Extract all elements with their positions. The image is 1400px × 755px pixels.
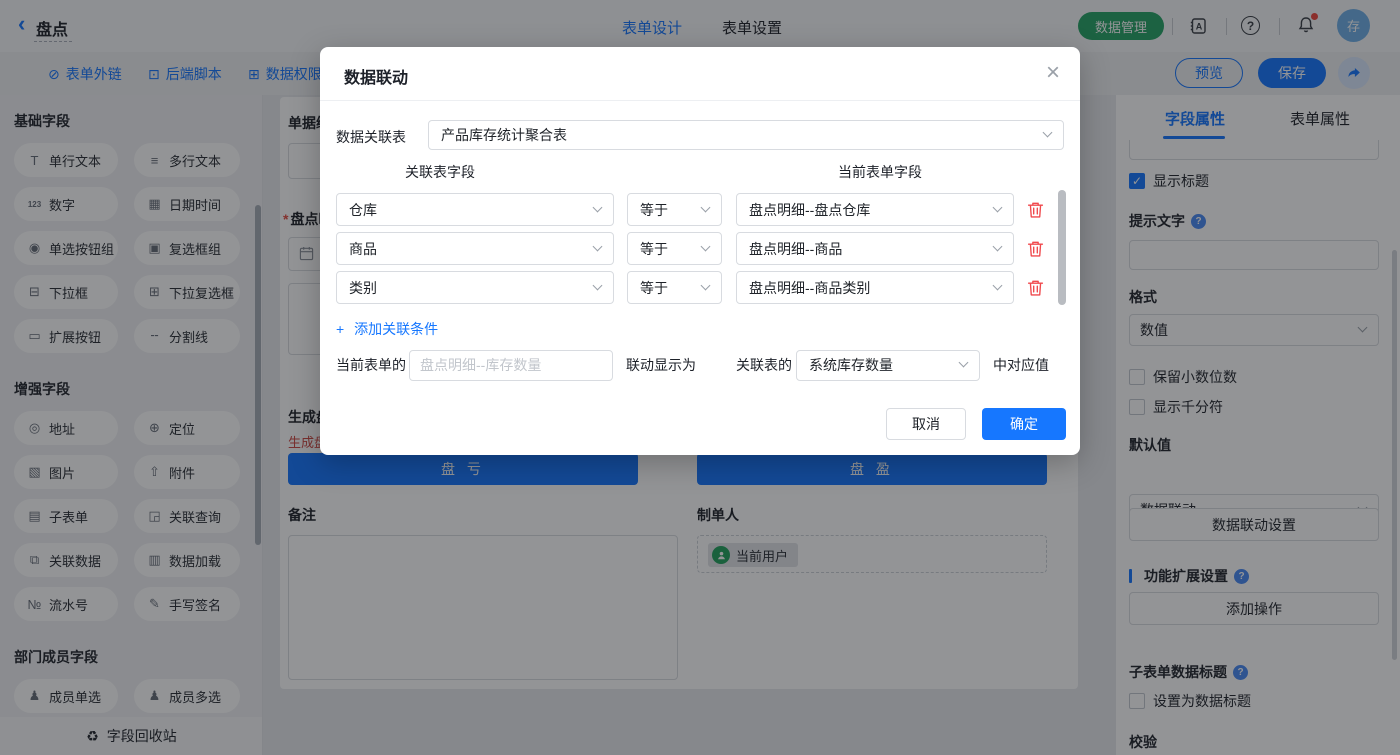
condition-operator-select[interactable]: 等于 (627, 232, 722, 265)
chevron-down-icon (701, 241, 711, 251)
column-header-left: 关联表字段 (405, 162, 475, 182)
add-condition-link[interactable]: + 添加关联条件 (336, 319, 438, 339)
linkage-rule-row: 当前表单的 联动显示为 关联表的 系统库存数量 中对应值 (336, 349, 1064, 381)
current-form-label: 当前表单的 (336, 355, 406, 375)
condition-left-select[interactable]: 商品 (336, 232, 614, 265)
cancel-button[interactable]: 取消 (886, 408, 966, 440)
link-table-select[interactable]: 产品库存统计聚合表 (428, 120, 1064, 150)
chevron-down-icon (701, 202, 711, 212)
chevron-down-icon (993, 202, 1003, 212)
select-value: 盘点明细--盘点仓库 (749, 200, 870, 220)
condition-list: 仓库等于盘点明细--盘点仓库商品等于盘点明细--商品类别等于盘点明细--商品类别 (336, 193, 1064, 310)
chevron-down-icon (1043, 128, 1053, 138)
close-icon[interactable]: × (1046, 60, 1060, 86)
select-value: 商品 (349, 239, 377, 259)
select-value: 等于 (640, 200, 668, 220)
condition-right-select[interactable]: 盘点明细--商品类别 (736, 271, 1014, 304)
confirm-button[interactable]: 确定 (982, 408, 1066, 440)
column-header-right: 当前表单字段 (838, 162, 922, 182)
delete-condition-button[interactable] (1027, 239, 1047, 259)
trash-icon (1027, 201, 1044, 219)
condition-row: 仓库 等于 盘点明细--盘点仓库 (336, 193, 1064, 226)
chevron-down-icon (701, 280, 711, 290)
condition-row: 类别 等于 盘点明细--商品类别 (336, 271, 1064, 304)
link-table-label: 数据关联表 (336, 127, 406, 147)
select-value: 系统库存数量 (809, 355, 893, 375)
select-value: 盘点明细--商品类别 (749, 278, 870, 298)
trash-icon (1027, 279, 1044, 297)
plus-icon: + (336, 321, 344, 337)
condition-left-select[interactable]: 类别 (336, 271, 614, 304)
chevron-down-icon (593, 280, 603, 290)
chevron-down-icon (959, 358, 969, 368)
select-value: 仓库 (349, 200, 377, 220)
condition-right-select[interactable]: 盘点明细--商品 (736, 232, 1014, 265)
delete-condition-button[interactable] (1027, 278, 1047, 298)
condition-operator-select[interactable]: 等于 (627, 193, 722, 226)
condition-left-select[interactable]: 仓库 (336, 193, 614, 226)
select-value: 盘点明细--商品 (749, 239, 842, 259)
chevron-down-icon (993, 241, 1003, 251)
link-table-of-label: 关联表的 (736, 355, 792, 375)
suffix-label: 中对应值 (993, 355, 1049, 375)
link-field-select[interactable]: 系统库存数量 (796, 350, 980, 381)
current-field-input[interactable] (409, 350, 613, 381)
chevron-down-icon (593, 241, 603, 251)
condition-row: 商品 等于 盘点明细--商品 (336, 232, 1064, 265)
select-value: 产品库存统计聚合表 (441, 125, 567, 145)
modal-scrollbar[interactable] (1058, 190, 1066, 305)
chevron-down-icon (993, 280, 1003, 290)
select-value: 等于 (640, 239, 668, 259)
select-value: 等于 (640, 278, 668, 298)
modal-title: 数据联动 (344, 64, 408, 88)
condition-operator-select[interactable]: 等于 (627, 271, 722, 304)
select-value: 类别 (349, 278, 377, 298)
chevron-down-icon (593, 202, 603, 212)
condition-right-select[interactable]: 盘点明细--盘点仓库 (736, 193, 1014, 226)
trash-icon (1027, 240, 1044, 258)
modal-header: 数据联动 × (320, 47, 1080, 101)
display-as-label: 联动显示为 (626, 355, 696, 375)
data-linkage-modal: 数据联动 × 数据关联表 产品库存统计聚合表 关联表字段 当前表单字段 仓库等于… (320, 47, 1080, 455)
add-condition-label: 添加关联条件 (354, 321, 438, 337)
delete-condition-button[interactable] (1027, 200, 1047, 220)
app-window: ‹ 盘点 表单设计 表单设置 数据管理 A ? 存 ⊘ 表单外链 ⊡ 后端脚本 … (0, 0, 1400, 755)
